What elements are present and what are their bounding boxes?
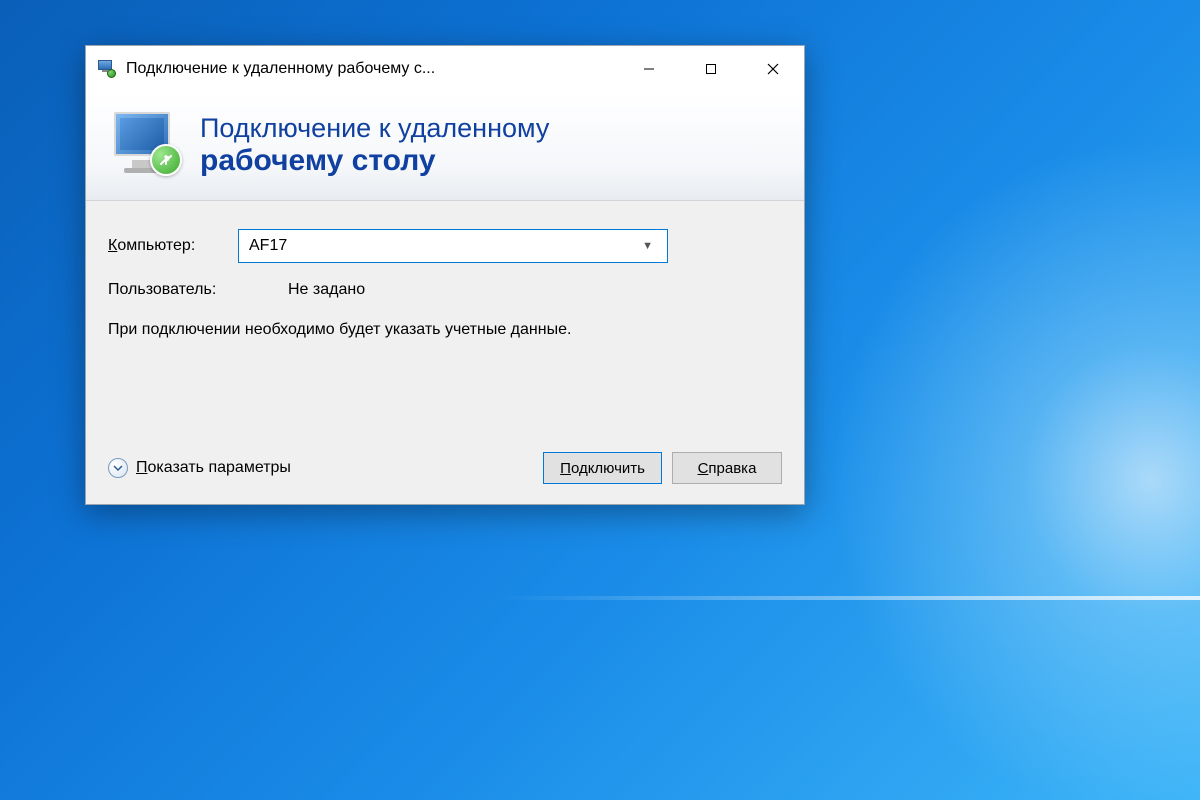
help-button[interactable]: Справка [672, 452, 782, 484]
button-group: Подключить Справка [543, 452, 782, 484]
computer-combobox[interactable]: ▼ [238, 229, 668, 263]
body-panel: Компьютер: ▼ Пользователь: Не задано При… [86, 201, 804, 504]
close-button[interactable] [742, 46, 804, 91]
header-panel: Подключение к удаленному рабочему столу [86, 91, 804, 201]
rdp-dialog-window: Подключение к удаленному рабочему с... П… [85, 45, 805, 505]
rdp-icon [96, 60, 116, 78]
user-label: Пользователь: [108, 281, 288, 299]
maximize-button[interactable] [680, 46, 742, 91]
window-title: Подключение к удаленному рабочему с... [126, 60, 618, 78]
minimize-button[interactable] [618, 46, 680, 91]
user-value: Не задано [288, 281, 365, 299]
header-line2: рабочему столу [200, 144, 549, 178]
computer-row: Компьютер: ▼ [108, 229, 782, 263]
chevron-down-icon[interactable]: ▼ [638, 240, 657, 252]
title-bar[interactable]: Подключение к удаленному рабочему с... [86, 46, 804, 91]
show-options-label: Показать параметры [136, 459, 291, 477]
computer-input[interactable] [249, 237, 638, 255]
bottom-row: Показать параметры Подключить Справка [108, 452, 782, 484]
expand-down-icon [108, 458, 128, 478]
connect-button[interactable]: Подключить [543, 452, 662, 484]
credentials-info: При подключении необходимо будет указать… [108, 319, 628, 341]
show-options-link[interactable]: Показать параметры [108, 458, 543, 478]
window-controls [618, 46, 804, 91]
user-row: Пользователь: Не задано [108, 281, 782, 299]
header-title: Подключение к удаленному рабочему столу [200, 113, 549, 178]
computer-label: Компьютер: [108, 237, 238, 255]
header-line1: Подключение к удаленному [200, 113, 549, 144]
rdp-large-icon [110, 110, 182, 182]
